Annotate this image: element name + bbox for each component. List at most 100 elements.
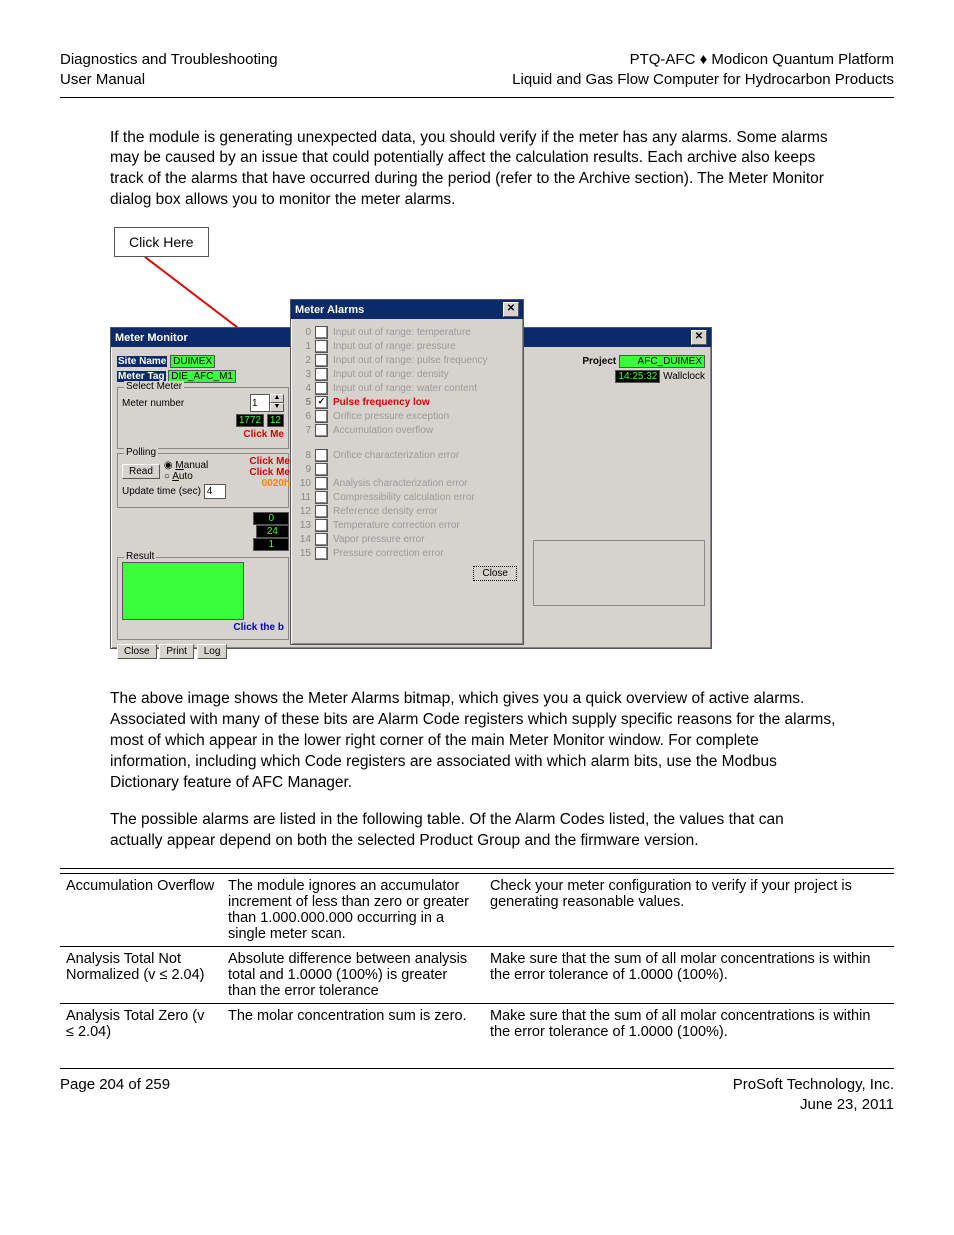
alarm-checkbox[interactable] — [315, 547, 328, 560]
alarm-checkbox[interactable] — [315, 368, 328, 381]
page-header: Diagnostics and Troubleshooting User Man… — [60, 50, 894, 91]
alarm-index: 15 — [297, 548, 311, 559]
alarm-label: Reference density error — [333, 506, 438, 517]
alarm-action-cell: Make sure that the sum of all molar conc… — [484, 1003, 894, 1044]
update-time-label: Update time (sec) — [122, 486, 201, 497]
print-button[interactable]: Print — [159, 644, 194, 659]
alarm-checkbox[interactable] — [315, 396, 328, 409]
update-time-input[interactable] — [204, 484, 226, 499]
alarm-index: 10 — [297, 478, 311, 489]
para-below-figure-1: The above image shows the Meter Alarms b… — [110, 689, 840, 794]
manual-radio[interactable]: ◉ MManualanual — [164, 460, 208, 471]
close-icon[interactable]: ✕ — [503, 302, 519, 317]
green-readout-0: 0 — [253, 512, 289, 525]
alarm-action-cell: Check your meter configuration to verify… — [484, 873, 894, 946]
alarm-checkbox[interactable] — [315, 449, 328, 462]
alarm-checkbox[interactable] — [315, 382, 328, 395]
alarm-label: Temperature correction error — [333, 520, 460, 531]
alarm-label: Input out of range: density — [333, 369, 449, 380]
result-display — [122, 562, 244, 620]
project-value: AFC_DUIMEX — [619, 355, 705, 368]
alarm-row: 15 Pressure correction error — [297, 547, 517, 560]
wallclock-label: Wallclock — [663, 371, 705, 382]
alarm-index: 3 — [297, 369, 311, 380]
click-me-hint-3: Click Me — [249, 467, 290, 478]
close-button[interactable]: Close — [117, 644, 157, 659]
footer-rule — [60, 1068, 894, 1069]
header-right-1: PTQ-AFC ♦ Modicon Quantum Platform — [512, 50, 894, 70]
alarm-name-cell: Accumulation Overflow — [60, 873, 222, 946]
alarm-checkbox[interactable] — [315, 410, 328, 423]
header-left-2: User Manual — [60, 70, 278, 90]
chevron-up-icon[interactable]: ▲ — [270, 394, 284, 403]
click-me-hint-2: Click Me — [249, 456, 290, 467]
alarm-index: 11 — [297, 492, 311, 503]
screenshot-figure: Click Here Meter Monitor ✕ Site Name DUI… — [110, 227, 710, 659]
alarm-row: 3 Input out of range: density — [297, 368, 517, 381]
alarm-checkbox[interactable] — [315, 326, 328, 339]
alarm-checkbox[interactable] — [315, 354, 328, 367]
footer-left: Page 204 of 259 — [60, 1075, 170, 1116]
alarm-row: 7Accumulation overflow — [297, 424, 517, 437]
meter-alarms-title: Meter Alarms — [295, 304, 364, 316]
click-the-b-hint: Click the b — [233, 622, 284, 633]
result-group: Result Click the b — [117, 557, 289, 640]
alarm-row: 5 Pulse frequency low — [297, 396, 517, 409]
alarm-checkbox[interactable] — [315, 463, 328, 476]
alarm-checkbox[interactable] — [315, 424, 328, 437]
alarm-checkbox[interactable] — [315, 519, 328, 532]
chevron-down-icon[interactable]: ▼ — [270, 403, 284, 412]
alarm-label: Pressure correction error — [333, 548, 444, 559]
alarm-label: Analysis characterization error — [333, 478, 468, 489]
alarm-label: Pulse frequency low — [333, 397, 430, 408]
alarm-desc-cell: The molar concentration sum is zero. — [222, 1003, 484, 1044]
alarm-index: 7 — [297, 425, 311, 436]
footer-right-2: June 23, 2011 — [733, 1095, 894, 1115]
alarm-checkbox[interactable] — [315, 340, 328, 353]
table-row: Analysis Total Not Normalized (v ≤ 2.04)… — [60, 946, 894, 1003]
polling-legend: Polling — [124, 447, 158, 458]
alarm-label: Input out of range: temperature — [333, 327, 471, 338]
alarm-row: 2Input out of range: pulse frequency — [297, 354, 517, 367]
wallclock-value: 14:25:32 — [615, 370, 660, 383]
alarm-row: 6Orifice pressure exception — [297, 410, 517, 423]
read-button[interactable]: Read — [122, 464, 160, 479]
alarm-index: 1 — [297, 341, 311, 352]
log-button[interactable]: Log — [197, 644, 228, 659]
poll-hex-value: 0020h — [249, 478, 290, 489]
meter-number-label: Meter number — [122, 398, 184, 409]
table-row: Accumulation OverflowThe module ignores … — [60, 873, 894, 946]
alarms-close-button[interactable]: Close — [473, 566, 517, 581]
alarm-checkbox[interactable] — [315, 491, 328, 504]
meter-number-input[interactable] — [250, 394, 270, 412]
select-meter-group: Select Meter Meter number ▲▼ 1772 12 — [117, 387, 289, 449]
alarm-checkbox[interactable] — [315, 477, 328, 490]
alarm-index: 6 — [297, 411, 311, 422]
alarm-row: 12 Reference density error — [297, 505, 517, 518]
meter-alarms-window: Meter Alarms ✕ 0 Input out of range: temp… — [290, 299, 524, 645]
green-readout-1: 1 — [253, 538, 289, 551]
green-readout-24: 24 — [256, 525, 289, 538]
polling-group: Polling Read ◉ MManualanual ○ AAutouto U… — [117, 453, 289, 508]
alarm-row: 4Input out of range: water content — [297, 382, 517, 395]
alarm-index: 12 — [297, 506, 311, 517]
alarm-label: Vapor pressure error — [333, 534, 425, 545]
alarm-label: Input out of range: pressure — [333, 341, 456, 352]
click-me-hint-1: Click Me — [243, 429, 284, 440]
alarm-index: 13 — [297, 520, 311, 531]
alarm-checkbox[interactable] — [315, 505, 328, 518]
alarm-row: 9 — [297, 463, 517, 476]
close-icon[interactable]: ✕ — [691, 330, 707, 345]
alarm-row: 13 Temperature correction error — [297, 519, 517, 532]
alarm-index: 5 — [297, 397, 311, 408]
alarm-index: 8 — [297, 450, 311, 461]
meter-alarms-titlebar[interactable]: Meter Alarms ✕ — [291, 300, 523, 319]
alarm-name-cell: Analysis Total Not Normalized (v ≤ 2.04) — [60, 946, 222, 1003]
alarm-row: 14 Vapor pressure error — [297, 533, 517, 546]
alarm-index: 0 — [297, 327, 311, 338]
alarm-index: 14 — [297, 534, 311, 545]
meter-number-stepper[interactable]: ▲▼ — [250, 394, 284, 412]
alarm-label: Input out of range: pulse frequency — [333, 355, 488, 366]
auto-radio[interactable]: ○ AAutouto — [164, 471, 208, 482]
alarm-checkbox[interactable] — [315, 533, 328, 546]
